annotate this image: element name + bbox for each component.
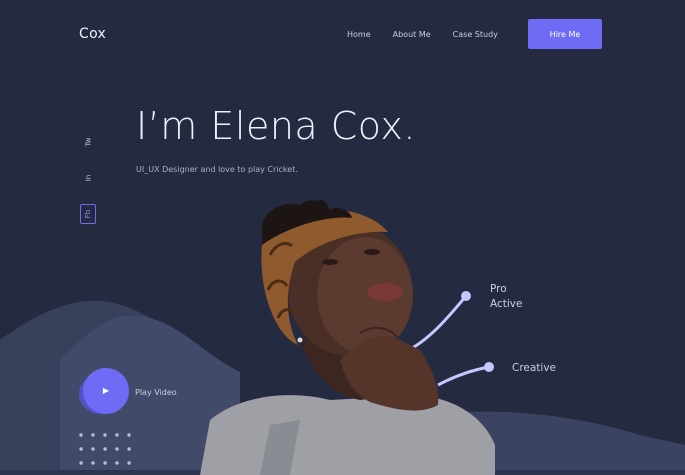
play-button[interactable]: ▶: [83, 368, 129, 414]
play-icon: ▶: [102, 386, 110, 395]
creative-callout: Creative: [512, 362, 557, 374]
play-video-label[interactable]: Play Video: [135, 388, 177, 397]
pro-active-callout: Pro Active: [490, 282, 522, 312]
active-label: Active: [490, 298, 523, 310]
play-video-control: ▶: [79, 368, 131, 416]
pro-label: Pro: [490, 283, 507, 295]
page: Cox Home About Me Case Study Hire Me Tw …: [0, 0, 685, 475]
dot-grid-decoration: [79, 433, 131, 465]
